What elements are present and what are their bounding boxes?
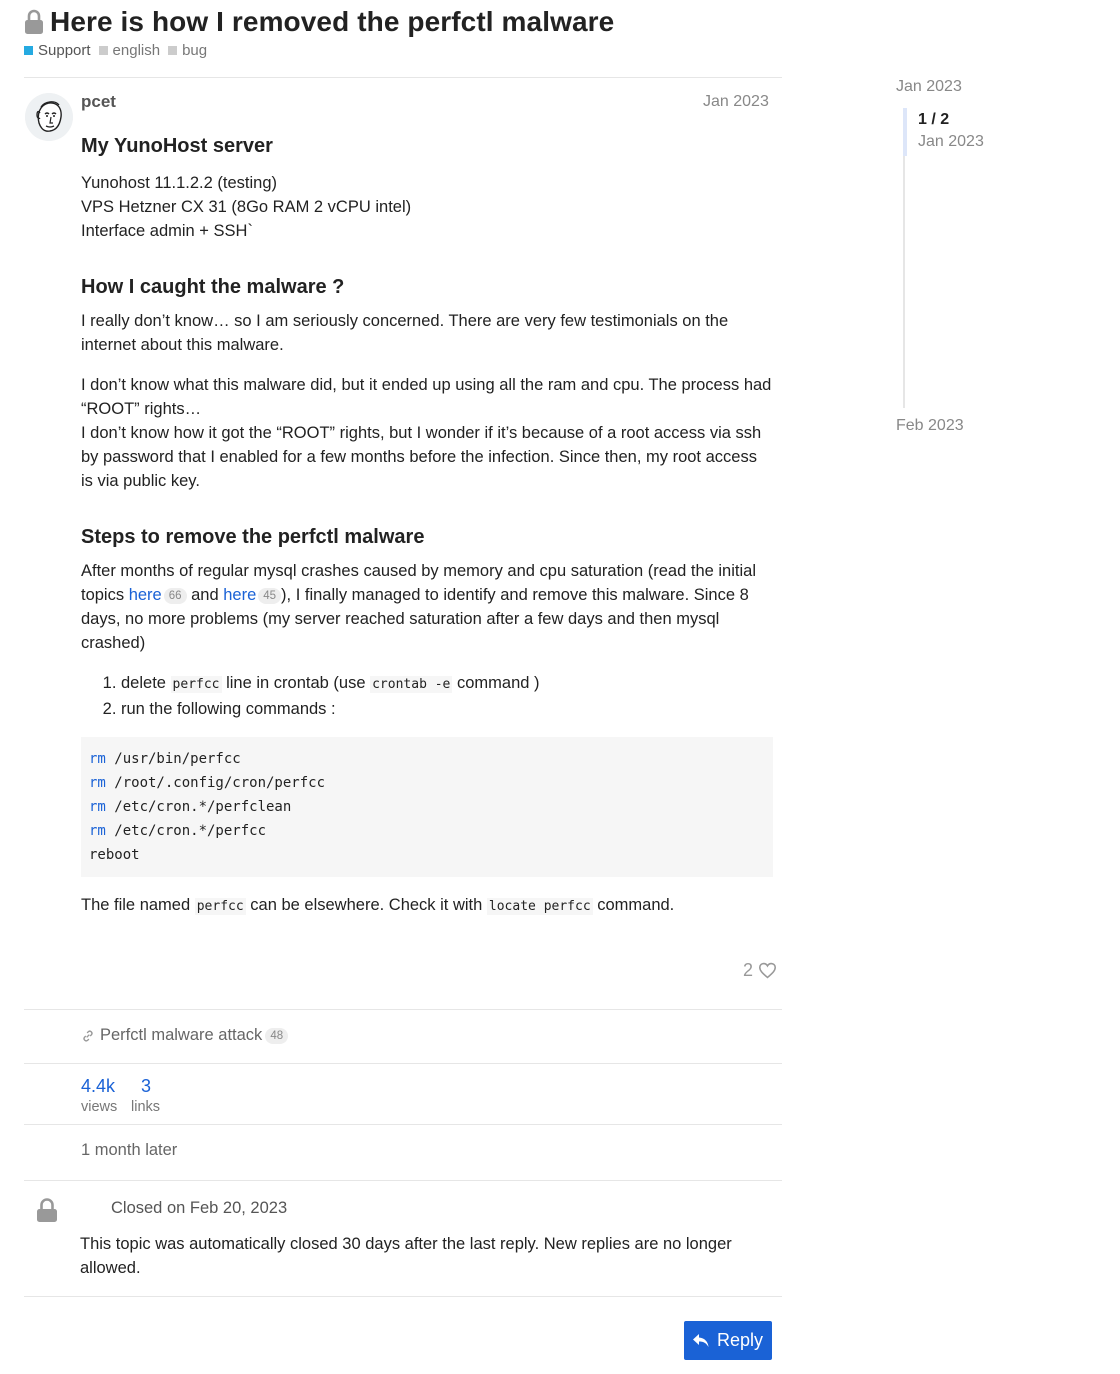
inline-code: locate perfcc — [486, 898, 593, 915]
list-item: run the following commands : — [121, 697, 773, 721]
inline-code: perfcc — [170, 676, 222, 693]
views-stat: 4.4k views — [81, 1075, 117, 1117]
links-label: links — [131, 1099, 161, 1115]
divider — [24, 1009, 782, 1010]
code-arg: reboot — [89, 847, 140, 863]
paragraph: I don’t know how it got the “ROOT” right… — [81, 424, 762, 490]
click-count-badge: 66 — [163, 588, 187, 604]
text: delete — [121, 674, 171, 692]
list-item: delete perfcc line in crontab (use cront… — [121, 671, 773, 697]
topic-title[interactable]: Here is how I removed the perfctl malwar… — [50, 6, 614, 38]
code-line: reboot — [89, 843, 765, 867]
post-author[interactable]: pcet — [81, 92, 116, 112]
text: can be elsewhere. Check it with — [245, 896, 487, 914]
code-arg: /usr/bin/perfcc — [105, 751, 241, 767]
text: command. — [592, 896, 675, 914]
code-line: rm /usr/bin/perfcc — [89, 747, 765, 771]
code-line: rm /root/.config/cron/perfcc — [89, 771, 765, 795]
topic-header: Here is how I removed the perfctl malwar… — [24, 6, 614, 38]
heart-icon — [759, 962, 777, 979]
tag-color-swatch — [168, 46, 178, 55]
inline-code: crontab -e — [370, 676, 453, 693]
divider — [24, 77, 782, 78]
post-date[interactable]: Jan 2023 — [703, 93, 769, 111]
reply-button[interactable]: Reply — [684, 1321, 772, 1360]
timeline-position-date: Jan 2023 — [918, 133, 984, 150]
heading-steps: Steps to remove the perfctl malware — [81, 526, 425, 548]
timeline-position: 1 / 2 — [918, 111, 950, 128]
tag-color-swatch — [98, 46, 108, 55]
code-line: rm /etc/cron.*/perfclean — [89, 795, 765, 819]
code-keyword: rm — [89, 799, 106, 815]
linked-topic[interactable]: Perfctl malware attack 48 — [81, 1026, 289, 1045]
divider — [24, 1296, 782, 1297]
text: The file named — [81, 896, 195, 914]
code-block[interactable]: rm /usr/bin/perfcc rm /root/.config/cron… — [81, 737, 773, 877]
code-arg: /root/.config/cron/perfcc — [105, 775, 326, 791]
paragraph: I don’t know what this malware did, but … — [81, 376, 772, 418]
tag-label: english — [112, 42, 161, 59]
views-count: 4.4k — [81, 1076, 116, 1096]
avatar-face-icon — [25, 93, 73, 141]
closed-notice-text: This topic was automatically closed 30 d… — [80, 1235, 732, 1277]
linked-topic-title[interactable]: Perfctl malware attack — [100, 1026, 262, 1045]
inline-code: perfcc — [194, 898, 246, 915]
avatar[interactable] — [25, 93, 73, 141]
divider — [24, 1180, 782, 1181]
click-count-badge: 48 — [265, 1027, 289, 1044]
topic-categories: Support english bug — [24, 42, 215, 59]
paragraph: The file named perfcc can be elsewhere. … — [81, 893, 773, 919]
reply-icon — [692, 1333, 709, 1347]
time-gap: 1 month later — [81, 1141, 178, 1159]
click-count-badge: 45 — [258, 588, 282, 604]
server-line: VPS Hetzner CX 31 (8Go RAM 2 vCPU intel) — [81, 198, 412, 216]
paragraph: I really don’t know… so I am seriously c… — [81, 312, 729, 354]
text: command ) — [452, 674, 540, 692]
paragraph: After months of regular mysql crashes ca… — [81, 559, 773, 655]
divider — [24, 1124, 782, 1125]
lock-icon — [37, 1198, 57, 1222]
code-arg: /etc/cron.*/perfclean — [105, 799, 292, 815]
views-label: views — [81, 1099, 118, 1115]
heading-server: My YunoHost server — [81, 135, 273, 157]
like-count: 2 — [743, 960, 754, 980]
closed-notice-title: Closed on Feb 20, 2023 — [111, 1199, 288, 1217]
steps-list: delete perfcc line in crontab (use cront… — [81, 671, 773, 721]
lock-icon — [25, 9, 43, 34]
tag-bug[interactable]: bug — [168, 42, 207, 59]
like-button[interactable]: 2 — [743, 960, 777, 981]
reply-label: Reply — [716, 1330, 764, 1350]
category-color-swatch — [24, 46, 33, 55]
post-body: My YunoHost server Yunohost 11.1.2.2 (te… — [81, 128, 773, 919]
code-arg: /etc/cron.*/perfcc — [105, 823, 267, 839]
server-line: Yunohost 11.1.2.2 (testing) — [81, 174, 277, 192]
links-stat[interactable]: 3 links — [131, 1075, 160, 1117]
heading-caught: How I caught the malware ? — [81, 276, 345, 298]
tag-label: bug — [182, 42, 208, 59]
topic-link[interactable]: here — [223, 586, 256, 604]
topic-link[interactable]: here — [129, 586, 162, 604]
timeline-start-date[interactable]: Jan 2023 — [896, 78, 962, 96]
server-info: Yunohost 11.1.2.2 (testing) VPS Hetzner … — [81, 171, 773, 243]
code-keyword: rm — [89, 775, 106, 791]
timeline-end-date[interactable]: Feb 2023 — [896, 417, 964, 435]
text: line in crontab (use — [221, 674, 371, 692]
link-icon — [83, 1030, 93, 1041]
category-label: Support — [38, 42, 91, 59]
server-line: Interface admin + SSH` — [81, 222, 253, 240]
divider — [24, 1063, 782, 1064]
tag-english[interactable]: english — [98, 42, 161, 59]
timeline-scroll-handle[interactable] — [903, 108, 907, 156]
text: and — [186, 586, 224, 604]
code-keyword: rm — [89, 751, 106, 767]
code-keyword: rm — [89, 823, 106, 839]
links-count: 3 — [141, 1076, 152, 1096]
code-line: rm /etc/cron.*/perfcc — [89, 819, 765, 843]
category-support[interactable]: Support — [24, 42, 91, 59]
